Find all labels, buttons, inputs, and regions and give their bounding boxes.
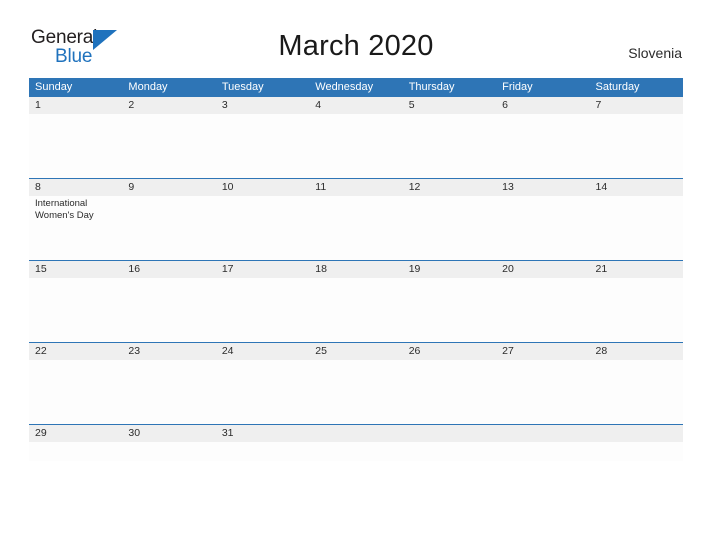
event-cell: [309, 442, 402, 461]
event-cell[interactable]: [496, 278, 589, 342]
week-row: 22 23 24 25 26 27 28: [29, 342, 683, 424]
event-cell[interactable]: [122, 442, 215, 461]
event-cell[interactable]: [29, 442, 122, 461]
date-cell[interactable]: 29: [29, 425, 122, 442]
weekday-sunday: Sunday: [35, 81, 73, 93]
calendar-grid: Sunday Monday Tuesday Wednesday Thursday…: [29, 78, 683, 461]
event-cell[interactable]: [590, 114, 683, 178]
event-cell[interactable]: [122, 196, 215, 260]
date-cell[interactable]: 28: [590, 343, 683, 360]
event-cell[interactable]: [403, 360, 496, 424]
event-cell[interactable]: [29, 278, 122, 342]
date-cell[interactable]: 18: [309, 261, 402, 278]
page-title: March 2020: [278, 30, 434, 62]
event-cell[interactable]: [309, 360, 402, 424]
date-cell[interactable]: 6: [496, 97, 589, 114]
date-cell[interactable]: 26: [403, 343, 496, 360]
date-cell[interactable]: 7: [590, 97, 683, 114]
event-band: [29, 442, 683, 461]
date-cell[interactable]: 5: [403, 97, 496, 114]
date-cell-blank: [590, 425, 683, 442]
weekday-wednesday: Wednesday: [315, 81, 374, 93]
date-cell[interactable]: 3: [216, 97, 309, 114]
event-cell[interactable]: [309, 196, 402, 260]
date-cell[interactable]: 27: [496, 343, 589, 360]
week-row: 29 30 31: [29, 424, 683, 461]
week-row: 15 16 17 18 19 20 21: [29, 260, 683, 342]
date-number-band: 22 23 24 25 26 27 28: [29, 342, 683, 360]
week-row: 1 2 3 4 5 6 7: [29, 96, 683, 178]
event-cell[interactable]: International Women's Day: [29, 196, 122, 260]
date-cell[interactable]: 19: [403, 261, 496, 278]
date-cell[interactable]: 16: [122, 261, 215, 278]
event-cell[interactable]: [590, 278, 683, 342]
date-cell[interactable]: 12: [403, 179, 496, 196]
date-cell[interactable]: 4: [309, 97, 402, 114]
event-band: [29, 278, 683, 342]
page-header: General Blue March 2020 Slovenia: [0, 0, 712, 78]
date-cell[interactable]: 15: [29, 261, 122, 278]
date-cell[interactable]: 24: [216, 343, 309, 360]
date-cell[interactable]: 25: [309, 343, 402, 360]
event-cell[interactable]: [496, 196, 589, 260]
date-cell[interactable]: 11: [309, 179, 402, 196]
date-cell[interactable]: 20: [496, 261, 589, 278]
event-cell[interactable]: [216, 278, 309, 342]
date-cell-blank: [309, 425, 402, 442]
event-cell[interactable]: [309, 114, 402, 178]
weekday-thursday: Thursday: [408, 81, 455, 93]
date-cell[interactable]: 22: [29, 343, 122, 360]
weekday-monday: Monday: [128, 81, 168, 93]
event-cell: [403, 442, 496, 461]
date-number-band: 29 30 31: [29, 424, 683, 442]
event-cell[interactable]: [590, 360, 683, 424]
event-cell[interactable]: [403, 196, 496, 260]
event-cell[interactable]: [309, 278, 402, 342]
date-number-band: 1 2 3 4 5 6 7: [29, 96, 683, 114]
event-cell[interactable]: [122, 114, 215, 178]
event-cell[interactable]: [216, 360, 309, 424]
date-cell[interactable]: 30: [122, 425, 215, 442]
weekday-friday: Friday: [502, 81, 533, 93]
calendar-page: General Blue March 2020 Slovenia Sunday …: [0, 0, 712, 550]
week-row: 8 9 10 11 12 13 14 International Women's…: [29, 178, 683, 260]
date-cell[interactable]: 2: [122, 97, 215, 114]
date-cell[interactable]: 13: [496, 179, 589, 196]
event-band: International Women's Day: [29, 196, 683, 260]
date-cell[interactable]: 9: [122, 179, 215, 196]
date-cell[interactable]: 10: [216, 179, 309, 196]
event-band: [29, 360, 683, 424]
date-cell[interactable]: 21: [590, 261, 683, 278]
date-cell[interactable]: 14: [590, 179, 683, 196]
date-cell[interactable]: 1: [29, 97, 122, 114]
event-cell: [590, 442, 683, 461]
date-cell[interactable]: 8: [29, 179, 122, 196]
event-cell[interactable]: [29, 114, 122, 178]
event-cell[interactable]: [216, 196, 309, 260]
event-cell[interactable]: [403, 278, 496, 342]
event-cell[interactable]: [122, 278, 215, 342]
date-cell-blank: [496, 425, 589, 442]
country-label: Slovenia: [628, 45, 682, 61]
date-cell[interactable]: 23: [122, 343, 215, 360]
event-band: [29, 114, 683, 178]
weekday-saturday: Saturday: [595, 81, 640, 93]
event-cell[interactable]: [216, 114, 309, 178]
weekday-tuesday: Tuesday: [221, 81, 264, 93]
event-cell[interactable]: [29, 360, 122, 424]
date-number-band: 15 16 17 18 19 20 21: [29, 260, 683, 278]
date-number-band: 8 9 10 11 12 13 14: [29, 178, 683, 196]
event-cell[interactable]: [403, 114, 496, 178]
event-cell[interactable]: [122, 360, 215, 424]
event-cell[interactable]: [496, 360, 589, 424]
date-cell[interactable]: 17: [216, 261, 309, 278]
event-cell[interactable]: [216, 442, 309, 461]
event-cell: [496, 442, 589, 461]
date-cell[interactable]: 31: [216, 425, 309, 442]
event-cell[interactable]: [590, 196, 683, 260]
date-cell-blank: [403, 425, 496, 442]
weekday-header-row: Sunday Monday Tuesday Wednesday Thursday…: [29, 78, 683, 96]
event-cell[interactable]: [496, 114, 589, 178]
